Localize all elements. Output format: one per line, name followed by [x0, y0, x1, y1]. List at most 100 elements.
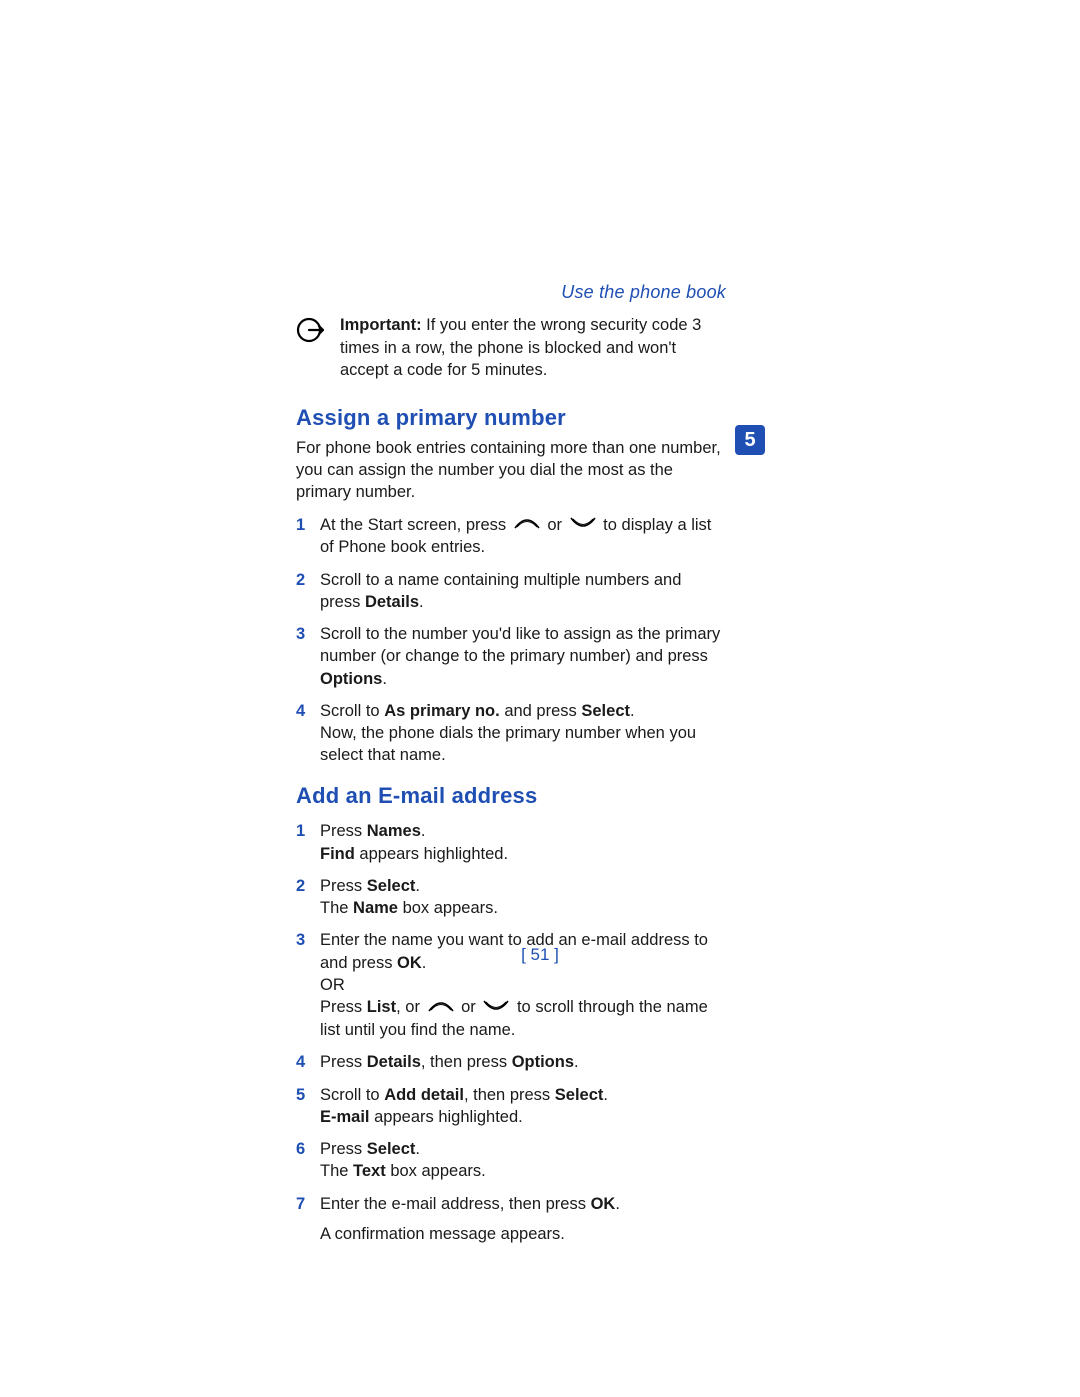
text-fragment: or — [457, 998, 481, 1016]
list-item: 7 Enter the e-mail address, then press O… — [296, 1193, 726, 1246]
text-fragment: . — [630, 702, 635, 720]
step-text: Press Select. The Text box appears. — [320, 1138, 726, 1183]
text-fragment: . — [615, 1195, 620, 1213]
list-item: 5 Scroll to Add detail, then press Selec… — [296, 1084, 726, 1129]
text-bold: OK — [591, 1195, 616, 1213]
steps-add-email: 1 Press Names. Find appears highlighted.… — [296, 820, 726, 1245]
important-label: Important: — [340, 316, 422, 334]
bracket-right: ] — [549, 945, 558, 964]
text-fragment: , or — [396, 998, 424, 1016]
step-text: Scroll to the number you'd like to assig… — [320, 623, 726, 690]
text-bold: Options — [320, 670, 382, 688]
step-text: Press Select. The Name box appears. — [320, 875, 726, 920]
step-subtext: Now, the phone dials the primary number … — [320, 722, 726, 767]
step-subtext: OR — [320, 974, 726, 996]
step-number: 1 — [296, 514, 310, 559]
scroll-down-key-icon — [569, 514, 597, 536]
text-fragment: . — [419, 593, 424, 611]
text-bold: Select — [581, 702, 630, 720]
step-number: 1 — [296, 820, 310, 865]
text-fragment: Enter the e-mail address, then press — [320, 1195, 591, 1213]
page-running-header: Use the phone book — [296, 280, 726, 304]
text-fragment: , then press — [421, 1053, 512, 1071]
text-fragment: . — [382, 670, 387, 688]
list-item: 2 Press Select. The Name box appears. — [296, 875, 726, 920]
step-text: Enter the e-mail address, then press OK.… — [320, 1193, 726, 1246]
text-bold: Details — [365, 593, 419, 611]
text-bold: Name — [353, 899, 398, 917]
text-fragment: The — [320, 1162, 353, 1180]
page-number: [ 51 ] — [0, 944, 1080, 967]
text-fragment: or — [543, 516, 567, 534]
text-fragment: Scroll to — [320, 702, 384, 720]
text-bold: E-mail — [320, 1108, 370, 1126]
text-bold: List — [367, 998, 396, 1016]
step-number: 6 — [296, 1138, 310, 1183]
text-fragment: Press — [320, 877, 367, 895]
step-subtext: The Text box appears. — [320, 1160, 726, 1182]
text-fragment: and press — [500, 702, 582, 720]
scroll-up-key-icon — [513, 514, 541, 536]
text-fragment: , then press — [464, 1086, 555, 1104]
text-fragment: appears highlighted. — [370, 1108, 523, 1126]
intro-assign-primary: For phone book entries containing more t… — [296, 437, 726, 504]
list-item: 6 Press Select. The Text box appears. — [296, 1138, 726, 1183]
text-bold: Select — [367, 1140, 416, 1158]
text-fragment: appears highlighted. — [355, 845, 508, 863]
text-fragment: Scroll to — [320, 1086, 384, 1104]
document-page: Use the phone book Important: If you ent… — [296, 280, 726, 1255]
text-fragment: Press — [320, 822, 367, 840]
text-fragment: Press — [320, 1053, 367, 1071]
list-item: 3 Scroll to the number you'd like to ass… — [296, 623, 726, 690]
list-item: 1 At the Start screen, press or to displ… — [296, 514, 726, 559]
text-fragment: . — [421, 822, 426, 840]
step-number: 7 — [296, 1193, 310, 1246]
step-subtext: Find appears highlighted. — [320, 843, 726, 865]
text-fragment: box appears. — [398, 899, 498, 917]
steps-assign-primary: 1 At the Start screen, press or to displ… — [296, 514, 726, 767]
text-bold: Add detail — [384, 1086, 464, 1104]
step-text: At the Start screen, press or to display… — [320, 514, 726, 559]
step-text: Scroll to a name containing multiple num… — [320, 569, 726, 614]
step-number: 4 — [296, 700, 310, 767]
list-item: 1 Press Names. Find appears highlighted. — [296, 820, 726, 865]
list-item: 4 Scroll to As primary no. and press Sel… — [296, 700, 726, 767]
step-text: Press Details, then press Options. — [320, 1051, 726, 1073]
text-fragment: At the Start screen, press — [320, 516, 511, 534]
scroll-up-key-icon — [427, 997, 455, 1019]
step-text: Press Names. Find appears highlighted. — [320, 820, 726, 865]
text-bold: Select — [367, 877, 416, 895]
step-subtext: The Name box appears. — [320, 897, 726, 919]
step-number: 4 — [296, 1051, 310, 1073]
text-fragment: box appears. — [386, 1162, 486, 1180]
step-subtext: A confirmation message appears. — [320, 1223, 726, 1245]
text-bold: Find — [320, 845, 355, 863]
chapter-tab: 5 — [735, 425, 765, 455]
text-bold: Names — [367, 822, 421, 840]
step-number: 5 — [296, 1084, 310, 1129]
step-number: 3 — [296, 623, 310, 690]
text-fragment: . — [415, 877, 420, 895]
step-number: 2 — [296, 569, 310, 614]
text-fragment: The — [320, 899, 353, 917]
heading-add-email: Add an E-mail address — [296, 781, 726, 811]
text-bold: As primary no. — [384, 702, 500, 720]
text-bold: Select — [555, 1086, 604, 1104]
text-fragment: . — [574, 1053, 579, 1071]
heading-assign-primary: Assign a primary number — [296, 403, 726, 433]
text-fragment: . — [603, 1086, 608, 1104]
step-number: 2 — [296, 875, 310, 920]
step-text: Scroll to Add detail, then press Select.… — [320, 1084, 726, 1129]
page-number-value: 51 — [531, 945, 550, 964]
text-fragment: . — [415, 1140, 420, 1158]
list-item: 4 Press Details, then press Options. — [296, 1051, 726, 1073]
text-fragment: Scroll to the number you'd like to assig… — [320, 625, 720, 665]
scroll-down-key-icon — [482, 997, 510, 1019]
bracket-left: [ — [521, 945, 530, 964]
step-text: Scroll to As primary no. and press Selec… — [320, 700, 726, 767]
important-note: Important: If you enter the wrong securi… — [296, 314, 726, 381]
text-fragment: Press — [320, 998, 367, 1016]
list-item: 2 Scroll to a name containing multiple n… — [296, 569, 726, 614]
text-fragment: Press — [320, 1140, 367, 1158]
text-bold: Details — [367, 1053, 421, 1071]
